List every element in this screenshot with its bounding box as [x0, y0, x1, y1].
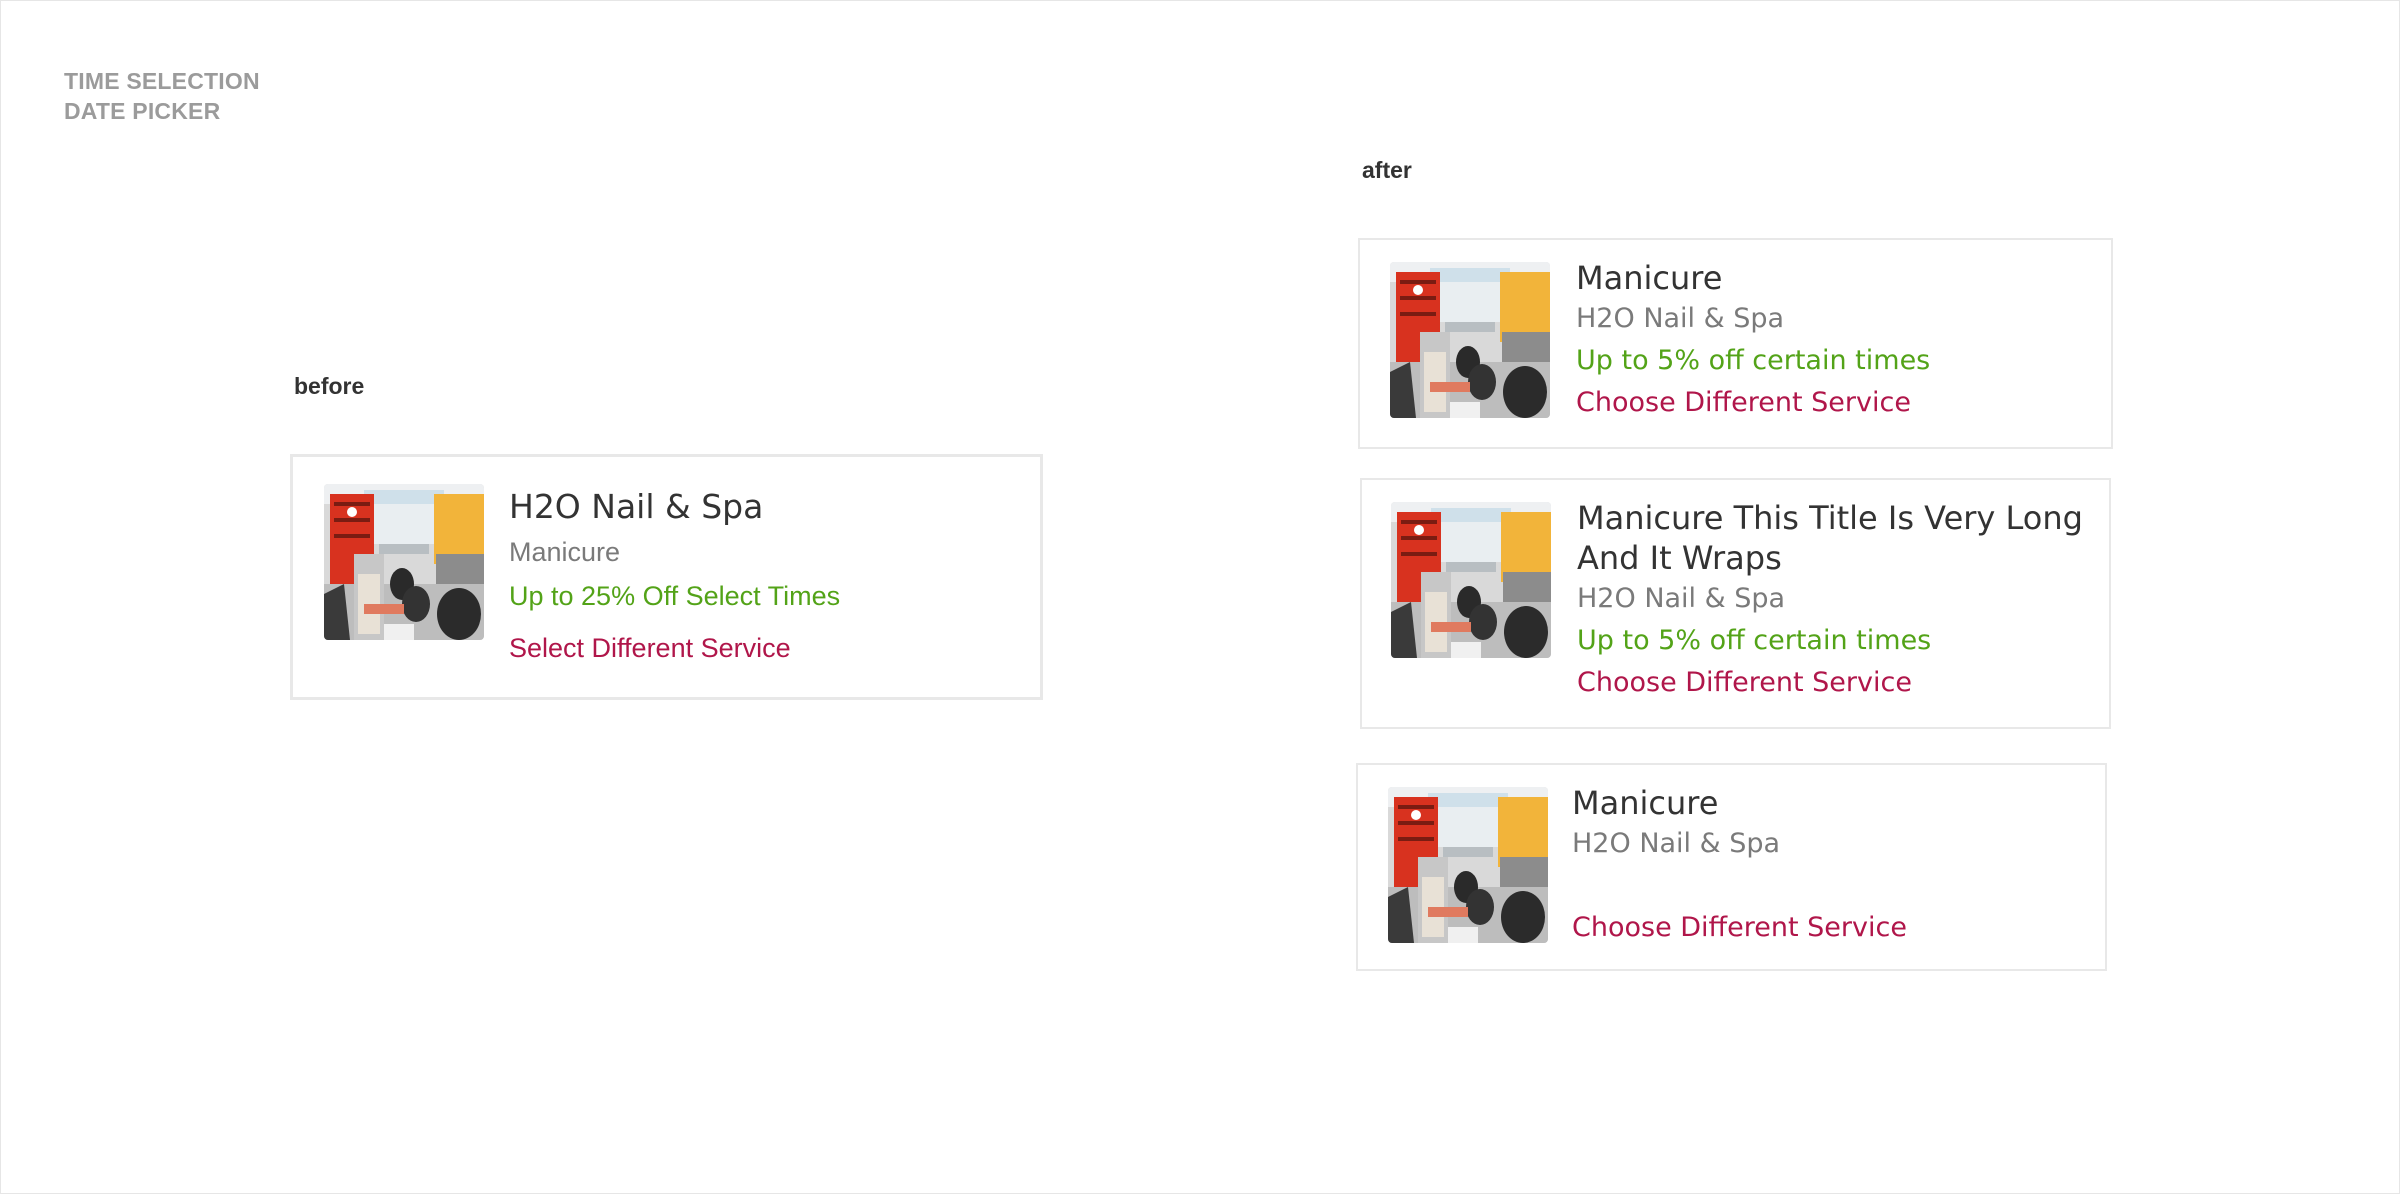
card-subtitle: H2O Nail & Spa	[1576, 303, 1785, 334]
salon-thumbnail	[324, 484, 484, 640]
heading-line-1: TIME SELECTION	[64, 68, 260, 94]
page-heading: TIME SELECTION DATE PICKER	[64, 66, 260, 126]
card-text: Manicure This Title Is Very Long And It …	[1577, 498, 2097, 704]
deal-text: Up to 25% Off Select Times	[509, 581, 841, 611]
card-text: H2O Nail & Spa Manicure Up to 25% Off Se…	[509, 485, 1009, 669]
after-label: after	[1362, 157, 1412, 183]
card-title: Manicure This Title Is Very Long And It …	[1577, 499, 2083, 577]
card-subtitle: H2O Nail & Spa	[1577, 583, 1786, 614]
card-subtitle: H2O Nail & Spa	[1572, 828, 1781, 859]
service-card-after-3: Manicure H2O Nail & Spa Choose Different…	[1356, 763, 2107, 971]
card-title: Manicure	[1576, 259, 1723, 297]
service-card-before: H2O Nail & Spa Manicure Up to 25% Off Se…	[290, 454, 1043, 700]
card-text: Manicure H2O Nail & Spa Up to 5% off cer…	[1576, 258, 2096, 424]
salon-thumbnail	[1391, 502, 1551, 658]
card-title: H2O Nail & Spa	[509, 487, 764, 526]
card-subtitle: Manicure	[509, 537, 621, 567]
choose-different-service-link[interactable]: Choose Different Service	[1577, 662, 2097, 704]
deal-text: Up to 5% off certain times	[1577, 625, 1932, 656]
deal-text: Up to 5% off certain times	[1576, 345, 1931, 376]
before-label: before	[294, 373, 365, 399]
card-text: Manicure H2O Nail & Spa Choose Different…	[1572, 783, 2092, 949]
service-card-after-2: Manicure This Title Is Very Long And It …	[1360, 478, 2111, 729]
service-card-after-1: Manicure H2O Nail & Spa Up to 5% off cer…	[1358, 238, 2113, 449]
salon-thumbnail	[1388, 787, 1548, 943]
heading-line-2: DATE PICKER	[64, 98, 221, 124]
card-title: Manicure	[1572, 784, 1719, 822]
choose-different-service-link[interactable]: Choose Different Service	[1576, 382, 2096, 424]
salon-thumbnail	[1390, 262, 1550, 418]
select-different-service-link[interactable]: Select Different Service	[509, 627, 1009, 669]
choose-different-service-link[interactable]: Choose Different Service	[1572, 907, 2092, 949]
deal-text	[1572, 865, 2092, 907]
